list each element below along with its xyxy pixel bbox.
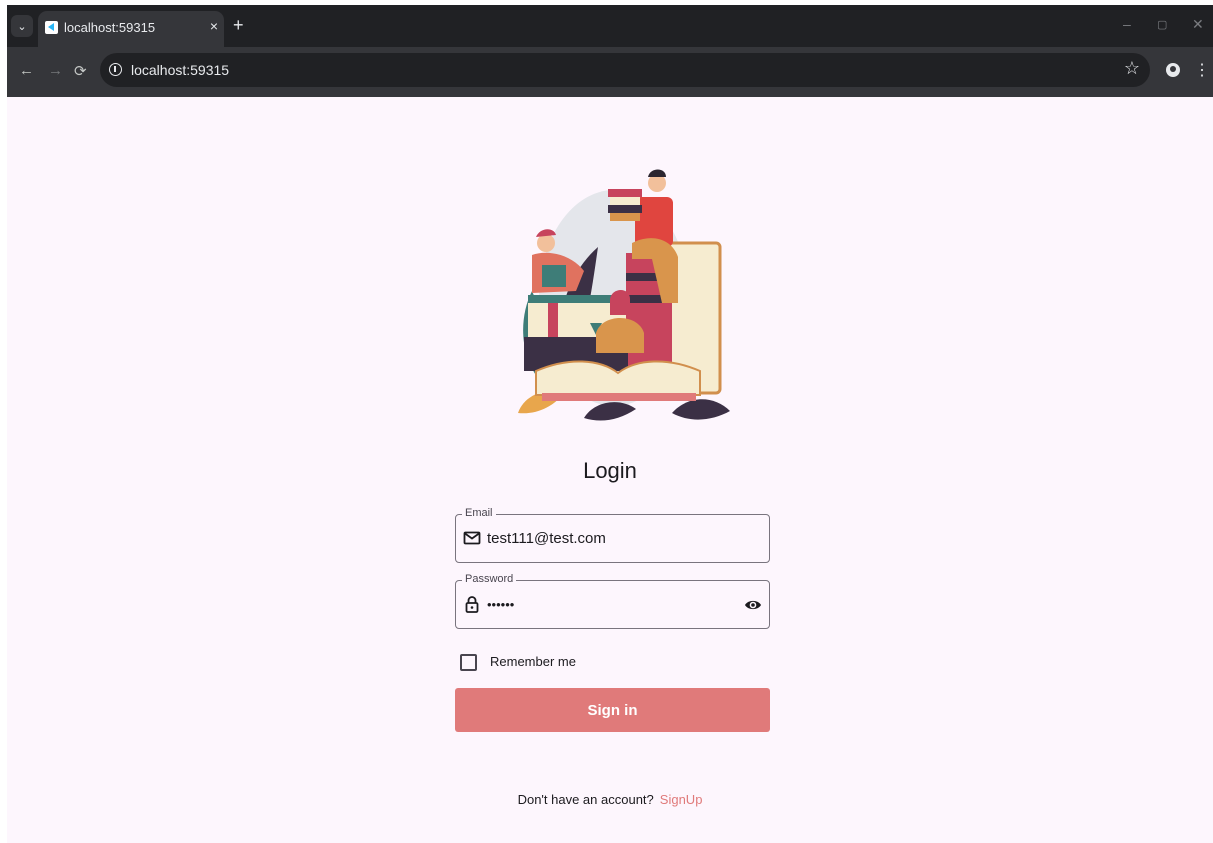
url-text: localhost:59315 [131, 62, 230, 78]
signup-link[interactable]: SignUp [660, 792, 703, 807]
tab-title: localhost:59315 [64, 20, 156, 35]
flutter-favicon-icon [45, 21, 58, 34]
remember-me-checkbox[interactable] [460, 654, 477, 671]
reading-illustration [518, 169, 730, 421]
login-page: Login Email test111@test.com Password ••… [7, 97, 1213, 843]
email-value: test111@test.com [487, 530, 606, 547]
tab-search-button[interactable]: ⌄ [11, 15, 33, 37]
email-field[interactable]: Email test111@test.com [455, 507, 770, 563]
forward-button[interactable]: → [48, 62, 63, 79]
tab-strip: ⌄ localhost:59315 × + – ▢ ✕ [7, 5, 1213, 47]
email-label: Email [462, 507, 496, 519]
close-window-button[interactable]: ✕ [1192, 16, 1204, 33]
mail-icon [463, 531, 481, 545]
bookmark-star-icon[interactable]: ☆ [1124, 58, 1140, 79]
address-bar[interactable]: localhost:59315 ☆ [100, 53, 1150, 87]
signup-prompt: Don't have an account? SignUp [7, 792, 1213, 807]
lock-icon [465, 596, 479, 613]
back-button[interactable]: ← [19, 62, 34, 79]
reload-button[interactable]: ⟳ [74, 62, 87, 80]
eye-icon[interactable] [744, 596, 762, 614]
new-tab-button[interactable]: + [233, 15, 244, 36]
profile-avatar-icon[interactable] [1166, 63, 1180, 77]
no-account-text: Don't have an account? [517, 792, 654, 807]
browser-toolbar: ← → ⟳ localhost:59315 ☆ ⋮ [7, 47, 1213, 97]
password-label: Password [462, 573, 517, 585]
browser-window: ⌄ localhost:59315 × + – ▢ ✕ ← → ⟳ localh… [7, 5, 1213, 843]
browser-menu-icon[interactable]: ⋮ [1194, 60, 1210, 80]
restore-button[interactable]: ▢ [1157, 18, 1167, 31]
tab-close-icon[interactable]: × [210, 18, 218, 34]
remember-me-label: Remember me [490, 654, 576, 669]
password-field[interactable]: Password •••••• [455, 573, 770, 629]
browser-tab[interactable]: localhost:59315 × [38, 11, 224, 47]
site-info-icon[interactable] [109, 63, 122, 76]
page-title: Login [583, 458, 637, 483]
password-value: •••••• [487, 597, 515, 612]
sign-in-button[interactable]: Sign in [455, 688, 770, 732]
minimize-button[interactable]: – [1123, 16, 1131, 32]
